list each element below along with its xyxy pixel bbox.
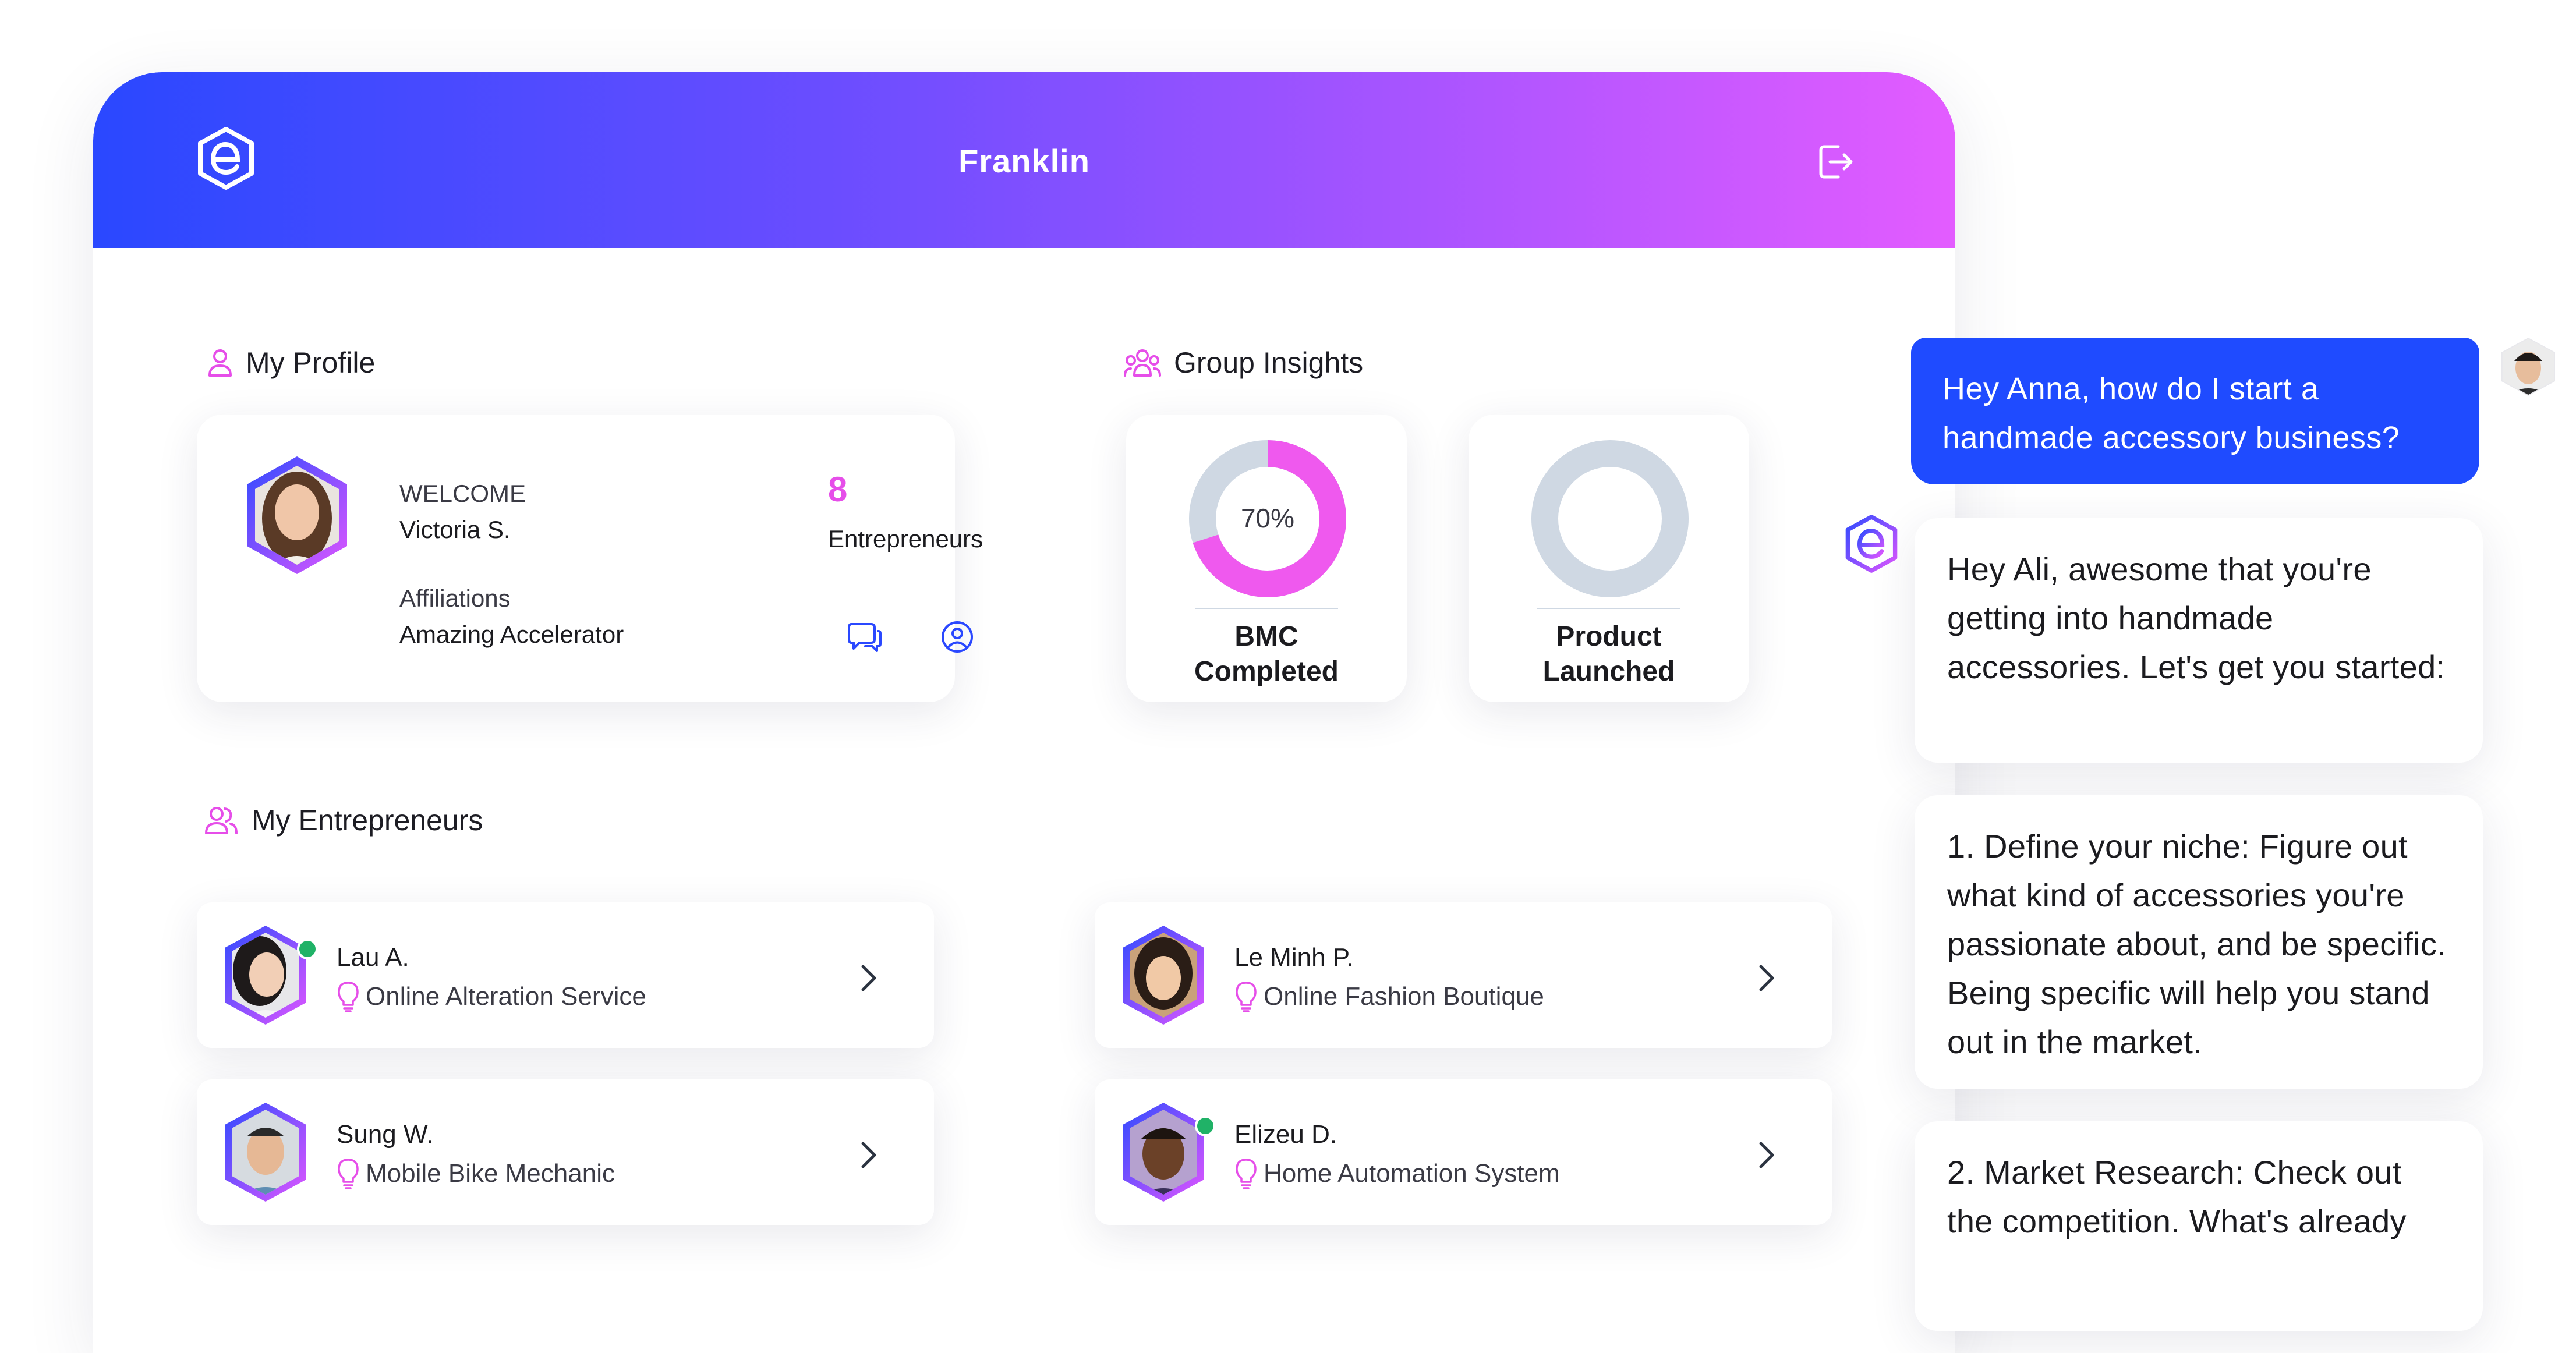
entrepreneur-business-text: Home Automation System: [1264, 1159, 1560, 1188]
entrepreneur-business: Mobile Bike Mechanic: [337, 1157, 615, 1190]
my-entrepreneurs-heading: My Entrepreneurs: [204, 803, 483, 837]
entrepreneur-business-text: Online Fashion Boutique: [1264, 982, 1544, 1011]
entrepreneur-card[interactable]: Lau A. Online Alteration Service: [197, 902, 934, 1048]
user-message-bubble: Hey Anna, how do I start a handmade acce…: [1911, 338, 2479, 484]
my-entrepreneurs-title: My Entrepreneurs: [252, 804, 483, 837]
entrepreneur-avatar: [1123, 1103, 1204, 1202]
lightbulb-icon: [1236, 1159, 1257, 1189]
assistant-logo-icon: [1845, 515, 1898, 573]
entrepreneur-avatar: [1123, 926, 1204, 1025]
entrepreneur-count: 8: [828, 470, 848, 509]
entrepreneur-card[interactable]: Elizeu D. Home Automation System: [1095, 1079, 1832, 1225]
insight-card-bmc: 70% BMC Completed: [1126, 415, 1407, 702]
entrepreneur-count-label: Entrepreneurs: [828, 525, 983, 552]
chat-icon[interactable]: [847, 621, 883, 653]
entrepreneur-business: Online Alteration Service: [337, 980, 646, 1013]
entrepreneur-card[interactable]: Le Minh P. Online Fashion Boutique: [1095, 902, 1832, 1048]
affiliation-value: Amazing Accelerator: [399, 621, 624, 648]
bmc-donut: 70%: [1189, 440, 1346, 597]
entrepreneur-avatar: [225, 1103, 306, 1202]
online-indicator: [297, 938, 318, 959]
chevron-right-icon[interactable]: [857, 1139, 880, 1171]
profile-name: Victoria S.: [399, 516, 511, 543]
welcome-label: WELCOME: [399, 480, 526, 507]
entrepreneur-card[interactable]: Sung W. Mobile Bike Mechanic: [197, 1079, 934, 1225]
lightbulb-icon: [338, 982, 359, 1012]
chevron-right-icon[interactable]: [857, 962, 880, 994]
divider: [1195, 608, 1338, 609]
app-window: Franklin My Profile WELCOME Victoria S. …: [93, 72, 1955, 1353]
entrepreneur-name: Le Minh P.: [1234, 943, 1354, 972]
app-header: Franklin: [93, 72, 1955, 248]
bmc-percent-text: 70%: [1241, 503, 1294, 533]
product-label-line1: Product: [1556, 621, 1662, 652]
chevron-right-icon[interactable]: [1755, 962, 1778, 994]
group-icon: [1124, 349, 1161, 377]
assistant-message-bubble: Hey Ali, awesome that you're getting int…: [1915, 518, 2483, 763]
entrepreneur-avatar: [225, 926, 306, 1025]
user-icon: [208, 349, 232, 377]
profile-card: WELCOME Victoria S. Affiliations Amazing…: [197, 415, 983, 702]
my-profile-title: My Profile: [246, 346, 376, 379]
insight-card-product: Product Launched: [1469, 415, 1749, 702]
app-title: Franklin: [958, 143, 1090, 179]
product-label-line2: Launched: [1542, 656, 1675, 687]
product-donut: [1531, 440, 1689, 597]
chevron-right-icon[interactable]: [1755, 1139, 1778, 1171]
entrepreneur-business: Home Automation System: [1234, 1157, 1560, 1190]
online-indicator: [1195, 1115, 1216, 1136]
logout-icon[interactable]: [1815, 141, 1857, 183]
lightbulb-icon: [1236, 982, 1257, 1012]
entrepreneur-business: Online Fashion Boutique: [1234, 980, 1544, 1013]
assistant-message-bubble: 2. Market Research: Check out the compet…: [1915, 1121, 2483, 1331]
entrepreneur-business-text: Online Alteration Service: [366, 982, 646, 1011]
user-avatar: [2501, 338, 2555, 396]
entrepreneur-business-text: Mobile Bike Mechanic: [366, 1159, 615, 1188]
group-insights-title: Group Insights: [1174, 346, 1364, 379]
profile-avatar: [247, 456, 347, 574]
profile-circle-icon[interactable]: [940, 619, 975, 654]
affiliations-label: Affiliations: [399, 585, 511, 612]
lightbulb-icon: [338, 1159, 359, 1189]
entrepreneur-name: Sung W.: [337, 1120, 434, 1149]
assistant-message-bubble: 1. Define your niche: Figure out what ki…: [1915, 795, 2483, 1089]
users-icon: [205, 807, 238, 834]
entrepreneur-name: Elizeu D.: [1234, 1120, 1337, 1149]
divider: [1537, 608, 1680, 609]
bmc-label-line1: BMC: [1234, 621, 1298, 652]
entrepreneur-name: Lau A.: [337, 943, 409, 972]
my-profile-heading: My Profile: [207, 346, 375, 380]
bmc-label-line2: Completed: [1194, 656, 1339, 687]
group-insights-heading: Group Insights: [1124, 346, 1363, 380]
